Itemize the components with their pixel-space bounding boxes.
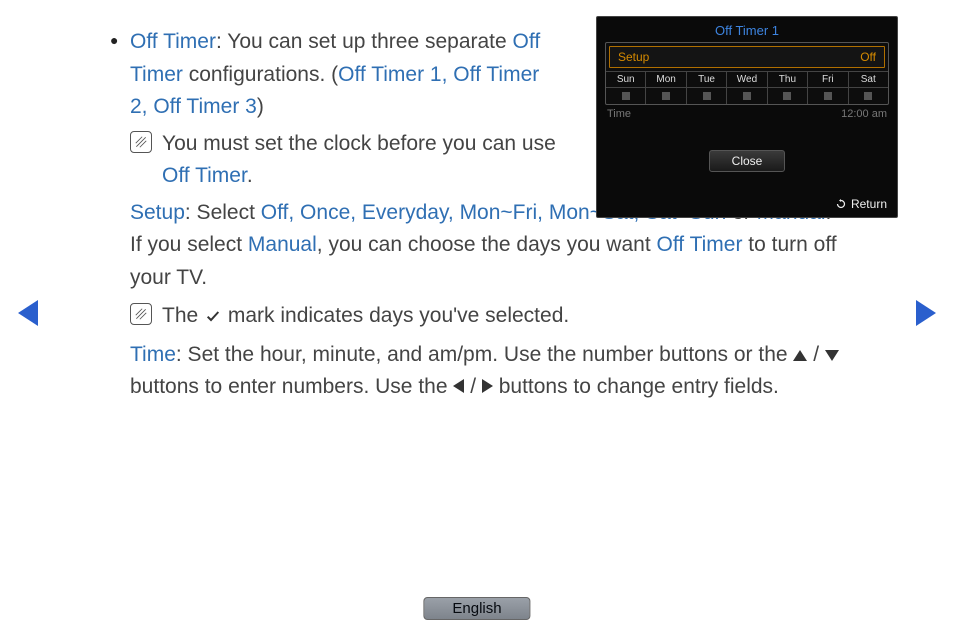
osd-day-checkbox[interactable]	[768, 88, 808, 104]
time-paragraph: Time: Set the hour, minute, and am/pm. U…	[130, 339, 844, 404]
osd-time-row: Time 12:00 am	[597, 105, 897, 124]
bullet-icon: ●	[110, 26, 130, 54]
osd-setup-value: Off	[860, 50, 876, 64]
next-page-button[interactable]	[916, 300, 936, 326]
osd-time-value: 12:00 am	[841, 108, 887, 120]
prev-page-button[interactable]	[18, 300, 38, 326]
osd-day-checkboxes	[606, 88, 888, 104]
off-timer-term: Off Timer	[130, 30, 216, 53]
osd-title: Off Timer 1	[597, 17, 897, 42]
osd-days-header: Sun Mon Tue Wed Thu Fri Sat	[606, 71, 888, 88]
down-arrow-icon	[825, 350, 839, 361]
left-arrow-icon	[453, 379, 464, 393]
osd-return-button[interactable]: Return	[835, 197, 887, 211]
osd-day: Mon	[646, 72, 686, 87]
osd-day-checkbox[interactable]	[687, 88, 727, 104]
osd-day: Wed	[727, 72, 767, 87]
osd-day-checkbox[interactable]	[849, 88, 888, 104]
osd-day-checkbox[interactable]	[606, 88, 646, 104]
off-timer-intro: Off Timer: You can set up three separate…	[130, 26, 560, 124]
osd-day-checkbox[interactable]	[808, 88, 848, 104]
check-icon	[204, 308, 222, 324]
osd-panel: Off Timer 1 Setup Off Sun Mon Tue Wed Th…	[596, 16, 898, 218]
right-arrow-icon	[482, 379, 493, 393]
osd-day: Tue	[687, 72, 727, 87]
osd-day-checkbox[interactable]	[727, 88, 767, 104]
note-icon	[130, 303, 152, 325]
note-clock-text: You must set the clock before you can us…	[162, 128, 560, 193]
osd-setup-row[interactable]: Setup Off	[609, 46, 885, 68]
osd-day: Fri	[808, 72, 848, 87]
osd-day-checkbox[interactable]	[646, 88, 686, 104]
osd-close-button[interactable]: Close	[709, 150, 785, 172]
return-icon	[835, 198, 847, 210]
note-check-text: The mark indicates days you've selected.	[162, 300, 569, 333]
osd-setup-label: Setup	[618, 50, 649, 64]
language-button[interactable]: English	[423, 597, 530, 620]
osd-day: Sun	[606, 72, 646, 87]
note-icon	[130, 131, 152, 153]
up-arrow-icon	[793, 350, 807, 361]
osd-day: Sat	[849, 72, 888, 87]
osd-time-label: Time	[607, 108, 631, 120]
osd-day: Thu	[768, 72, 808, 87]
